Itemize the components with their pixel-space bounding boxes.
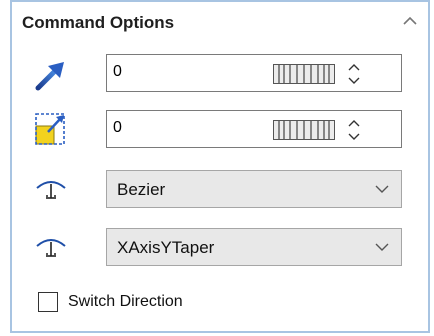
taper-axis-select[interactable]: XAxisYTaper [106, 228, 402, 266]
direction-arrow-icon [35, 62, 64, 91]
spinner-icon[interactable] [345, 116, 363, 144]
thumbwheel-icon[interactable] [273, 120, 335, 140]
thumbwheel-icon[interactable] [273, 64, 335, 84]
curve-type-select[interactable]: Bezier [106, 170, 402, 208]
scale-value-text: 0 [113, 119, 122, 136]
scale-box-icon [35, 113, 65, 145]
taper-axis-value: XAxisYTaper [117, 238, 215, 257]
switch-direction-checkbox[interactable] [38, 292, 58, 312]
taper-profile-icon [36, 239, 66, 257]
curve-type-value: Bezier [117, 180, 166, 199]
chevron-down-icon [375, 243, 389, 251]
spinner-icon[interactable] [345, 60, 363, 88]
vector-value-text: 0 [113, 63, 122, 80]
chevron-down-icon [375, 185, 389, 193]
vector-value-field[interactable]: 0 [106, 54, 402, 92]
taper-axis-row: XAxisYTaper [12, 228, 428, 268]
chevron-up-icon[interactable] [402, 14, 418, 28]
taper-profile-icon [36, 181, 66, 199]
panel-title: Command Options [22, 13, 175, 32]
scale-row: 0 [12, 110, 428, 150]
scale-value-field[interactable]: 0 [106, 110, 402, 148]
panel-header[interactable]: Command Options [12, 2, 428, 42]
switch-direction-label[interactable]: Switch Direction [68, 293, 183, 311]
vector-row: 0 [12, 54, 428, 94]
command-options-panel: Command Options 0 0 Bezier XAxisYTaper S… [10, 0, 430, 333]
curve-type-row: Bezier [12, 170, 428, 210]
